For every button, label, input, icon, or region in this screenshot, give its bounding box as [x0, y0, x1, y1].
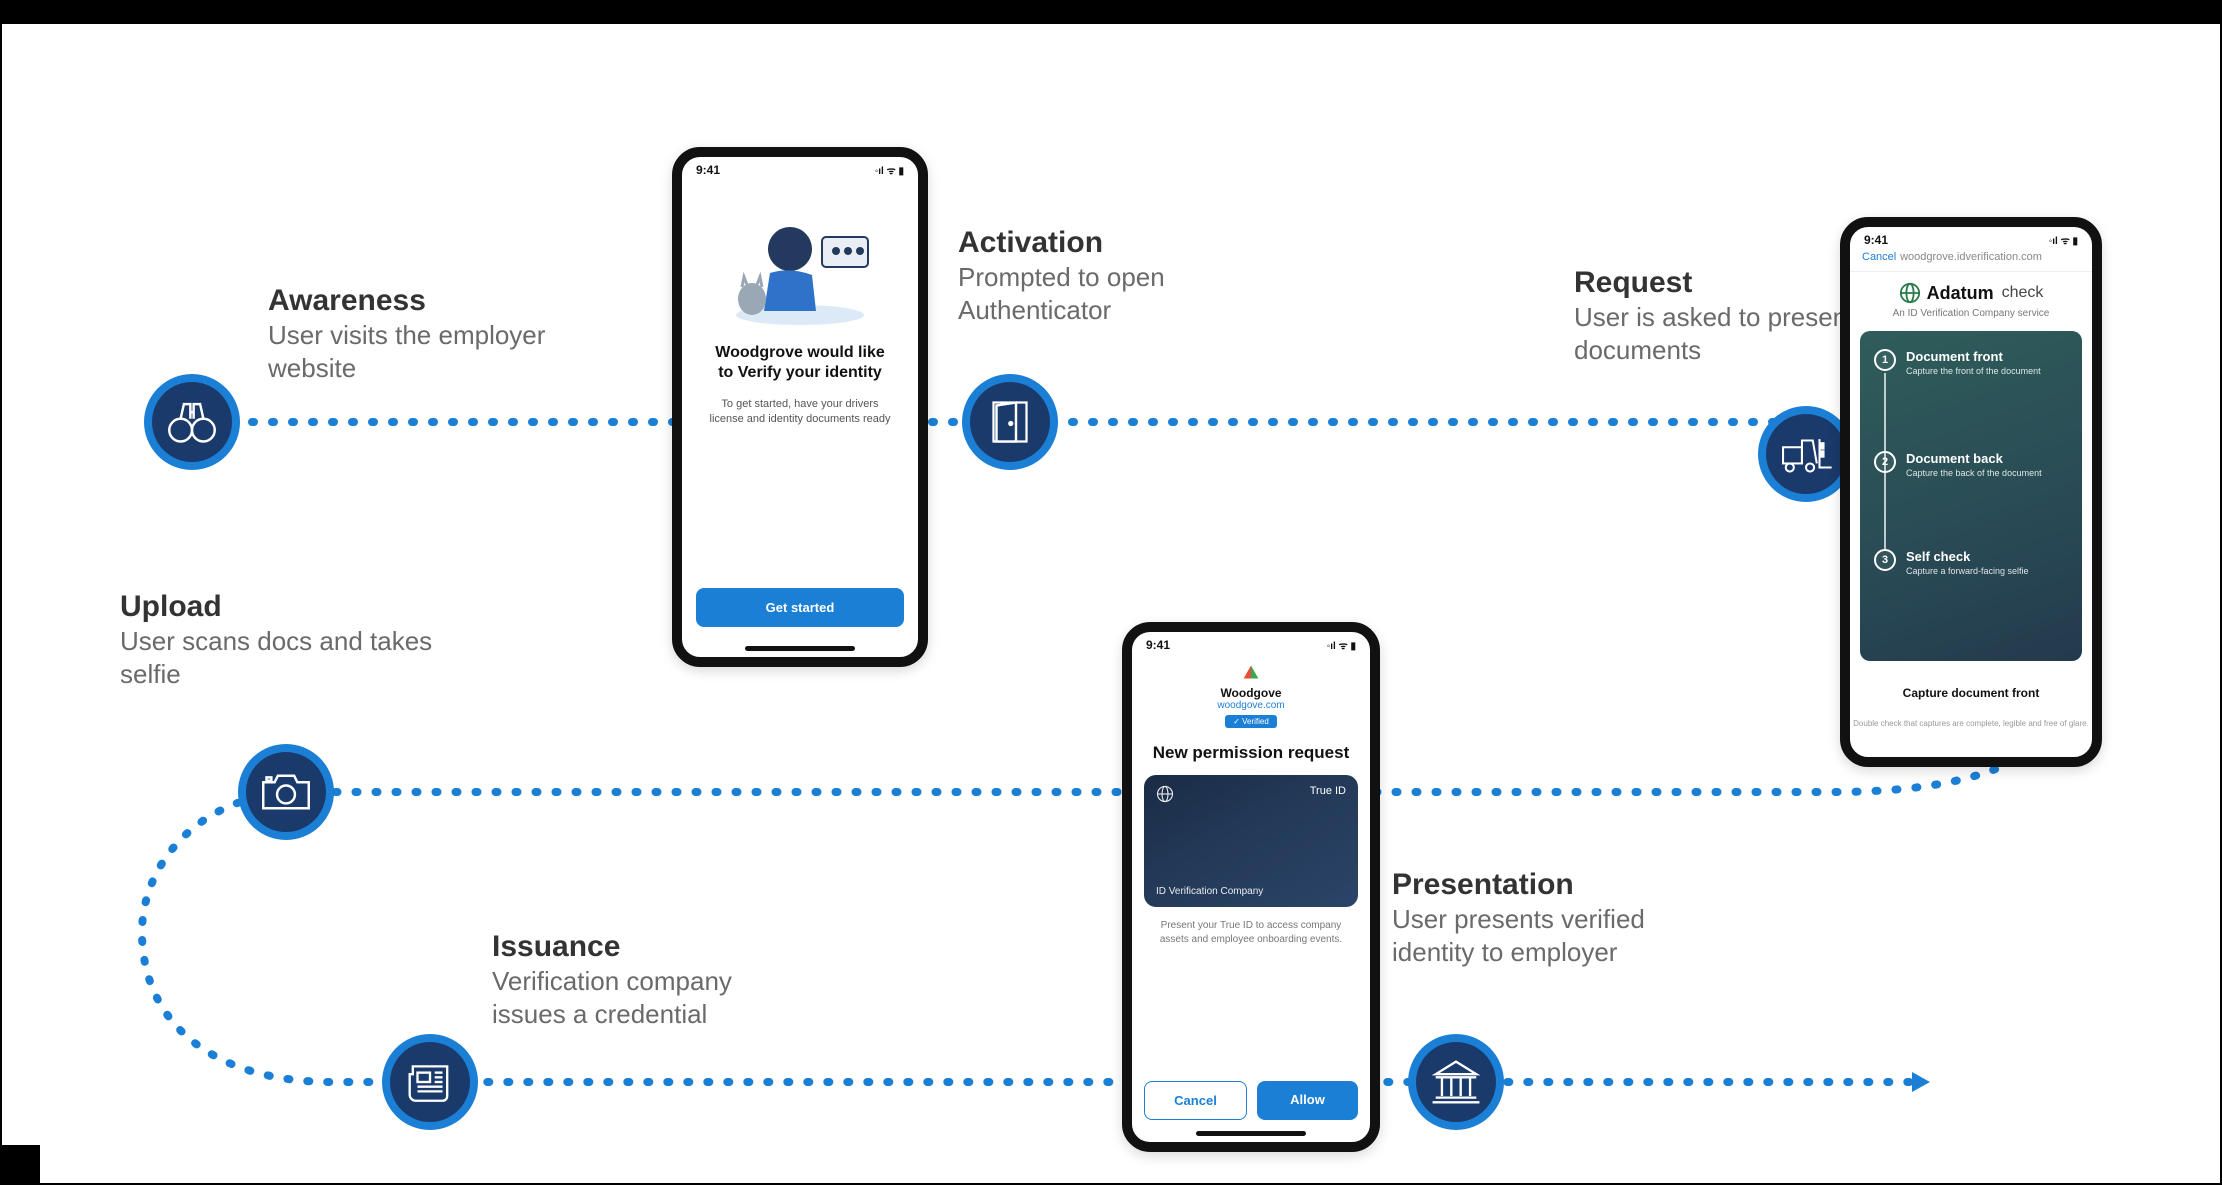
phone2-brand-suffix: check — [2002, 284, 2044, 302]
globe-icon — [1899, 282, 1921, 304]
phone2-brand: Adatum check — [1850, 282, 2092, 304]
step-presentation-desc: User presents verified identity to emplo… — [1392, 903, 1672, 968]
phone1-statusbar: 9:41 ◦ıl ᯤ ▮ — [682, 157, 918, 179]
phone2-step3-desc: Capture a forward-facing selfie — [1906, 566, 2029, 576]
phone3-verified-chip: ✓ Verified — [1225, 715, 1277, 728]
phone2-tagline: An ID Verification Company service — [1850, 308, 2092, 319]
step-upload: Upload User scans docs and takes selfie — [120, 590, 440, 690]
phone2-step3-number: 3 — [1874, 549, 1896, 571]
step-issuance-title: Issuance — [492, 930, 812, 963]
phone1-get-started-button[interactable]: Get started — [696, 588, 904, 627]
phone3-blurb: Present your True ID to access company a… — [1132, 907, 1370, 947]
phone3-time: 9:41 — [1146, 638, 1170, 652]
step-upload-desc: User scans docs and takes selfie — [120, 625, 440, 690]
step-activation-desc: Prompted to open Authenticator — [958, 261, 1278, 326]
phone2-step-3: 3 Self check Capture a forward-facing se… — [1874, 549, 2068, 576]
phone1-time: 9:41 — [696, 163, 720, 177]
diagram-frame: Awareness User visits the employer websi… — [0, 0, 2222, 1185]
phone3-allow-button[interactable]: Allow — [1257, 1081, 1358, 1120]
door-icon — [962, 374, 1058, 470]
phone1-home-indicator — [745, 646, 855, 651]
phone3-brand-name: Woodgove — [1132, 686, 1370, 700]
bank-icon — [1408, 1034, 1504, 1130]
phone2-urlbar: Cancel woodgrove.idverification.com — [1850, 249, 2092, 272]
phone2-footnote: Double check that captures are complete,… — [1850, 719, 2092, 728]
step-awareness-desc: User visits the employer website — [268, 319, 588, 384]
phone2-step2-number: 2 — [1874, 451, 1896, 473]
phone2-cancel-link[interactable]: Cancel — [1862, 251, 1896, 263]
phone-mock-permission: 9:41 ◦ıl ᯤ ▮ Woodgove woodgove.com ✓ Ver… — [1122, 622, 1380, 1152]
phone1-subtext: To get started, have your drivers licens… — [682, 383, 918, 428]
camera-icon — [238, 744, 334, 840]
phone2-statusbar: 9:41 ◦ıl ᯤ ▮ — [1850, 227, 2092, 249]
phone2-url: woodgrove.idverification.com — [1900, 251, 2042, 263]
phone3-logo-icon — [1240, 662, 1262, 684]
bottom-left-black-square — [2, 1145, 40, 1183]
phone3-brand-url: woodgove.com — [1132, 700, 1370, 711]
step-presentation-title: Presentation — [1392, 868, 1672, 901]
phone2-step1-title: Document front — [1906, 349, 2041, 364]
phone3-home-indicator — [1196, 1131, 1306, 1136]
phone2-step2-desc: Capture the back of the document — [1906, 468, 2042, 478]
step-awareness: Awareness User visits the employer websi… — [268, 284, 588, 384]
top-black-bar — [2, 2, 2220, 24]
newspaper-icon — [382, 1034, 478, 1130]
phone2-step2-title: Document back — [1906, 451, 2042, 466]
phone3-cancel-button[interactable]: Cancel — [1144, 1081, 1247, 1120]
phone-mock-adatum: 9:41 ◦ıl ᯤ ▮ Cancel woodgrove.idverifica… — [1840, 217, 2102, 767]
step-issuance-desc: Verification company issues a credential — [492, 965, 812, 1030]
phone2-brand-name: Adatum — [1927, 283, 1994, 304]
step-presentation: Presentation User presents verified iden… — [1392, 868, 1672, 968]
binoculars-icon — [144, 374, 240, 470]
phone3-heading: New permission request — [1132, 743, 1370, 763]
phone3-card-title: True ID — [1310, 785, 1346, 797]
step-issuance: Issuance Verification company issues a c… — [492, 930, 812, 1030]
phone3-statusbar: 9:41 ◦ıl ᯤ ▮ — [1132, 632, 1370, 654]
phone1-indicators: ◦ıl ᯤ ▮ — [875, 163, 904, 177]
phone2-step-2: 2 Document back Capture the back of the … — [1874, 451, 2068, 478]
phone2-step3-title: Self check — [1906, 549, 2029, 564]
step-awareness-title: Awareness — [268, 284, 588, 317]
phone2-step1-number: 1 — [1874, 349, 1896, 371]
phone3-brand-row: Woodgove woodgove.com ✓ Verified — [1132, 662, 1370, 729]
phone3-card-globe-icon — [1156, 785, 1174, 808]
phone2-steps-panel: 1 Document front Capture the front of th… — [1860, 331, 2082, 661]
phone1-heading: Woodgrove would like to Verify your iden… — [682, 343, 918, 383]
phone2-capture-button[interactable]: Capture document front — [1864, 675, 2078, 711]
phone3-credential-card: True ID ID Verification Company — [1144, 775, 1358, 907]
phone2-indicators: ◦ıl ᯤ ▮ — [2049, 233, 2078, 247]
phone3-card-issuer: ID Verification Company — [1156, 886, 1263, 897]
phone-mock-verify: 9:41 ◦ıl ᯤ ▮ Woodgrove would like to Ver… — [672, 147, 928, 667]
phone3-button-row: Cancel Allow — [1144, 1081, 1358, 1120]
phone2-step-1: 1 Document front Capture the front of th… — [1874, 349, 2068, 376]
phone2-step1-desc: Capture the front of the document — [1906, 366, 2041, 376]
flow-arrowhead — [1912, 1072, 1930, 1092]
phone2-time: 9:41 — [1864, 233, 1888, 247]
step-upload-title: Upload — [120, 590, 440, 623]
phone3-indicators: ◦ıl ᯤ ▮ — [1327, 638, 1356, 652]
step-activation: Activation Prompted to open Authenticato… — [958, 226, 1278, 326]
step-activation-title: Activation — [958, 226, 1278, 259]
phone1-illustration — [720, 207, 880, 327]
